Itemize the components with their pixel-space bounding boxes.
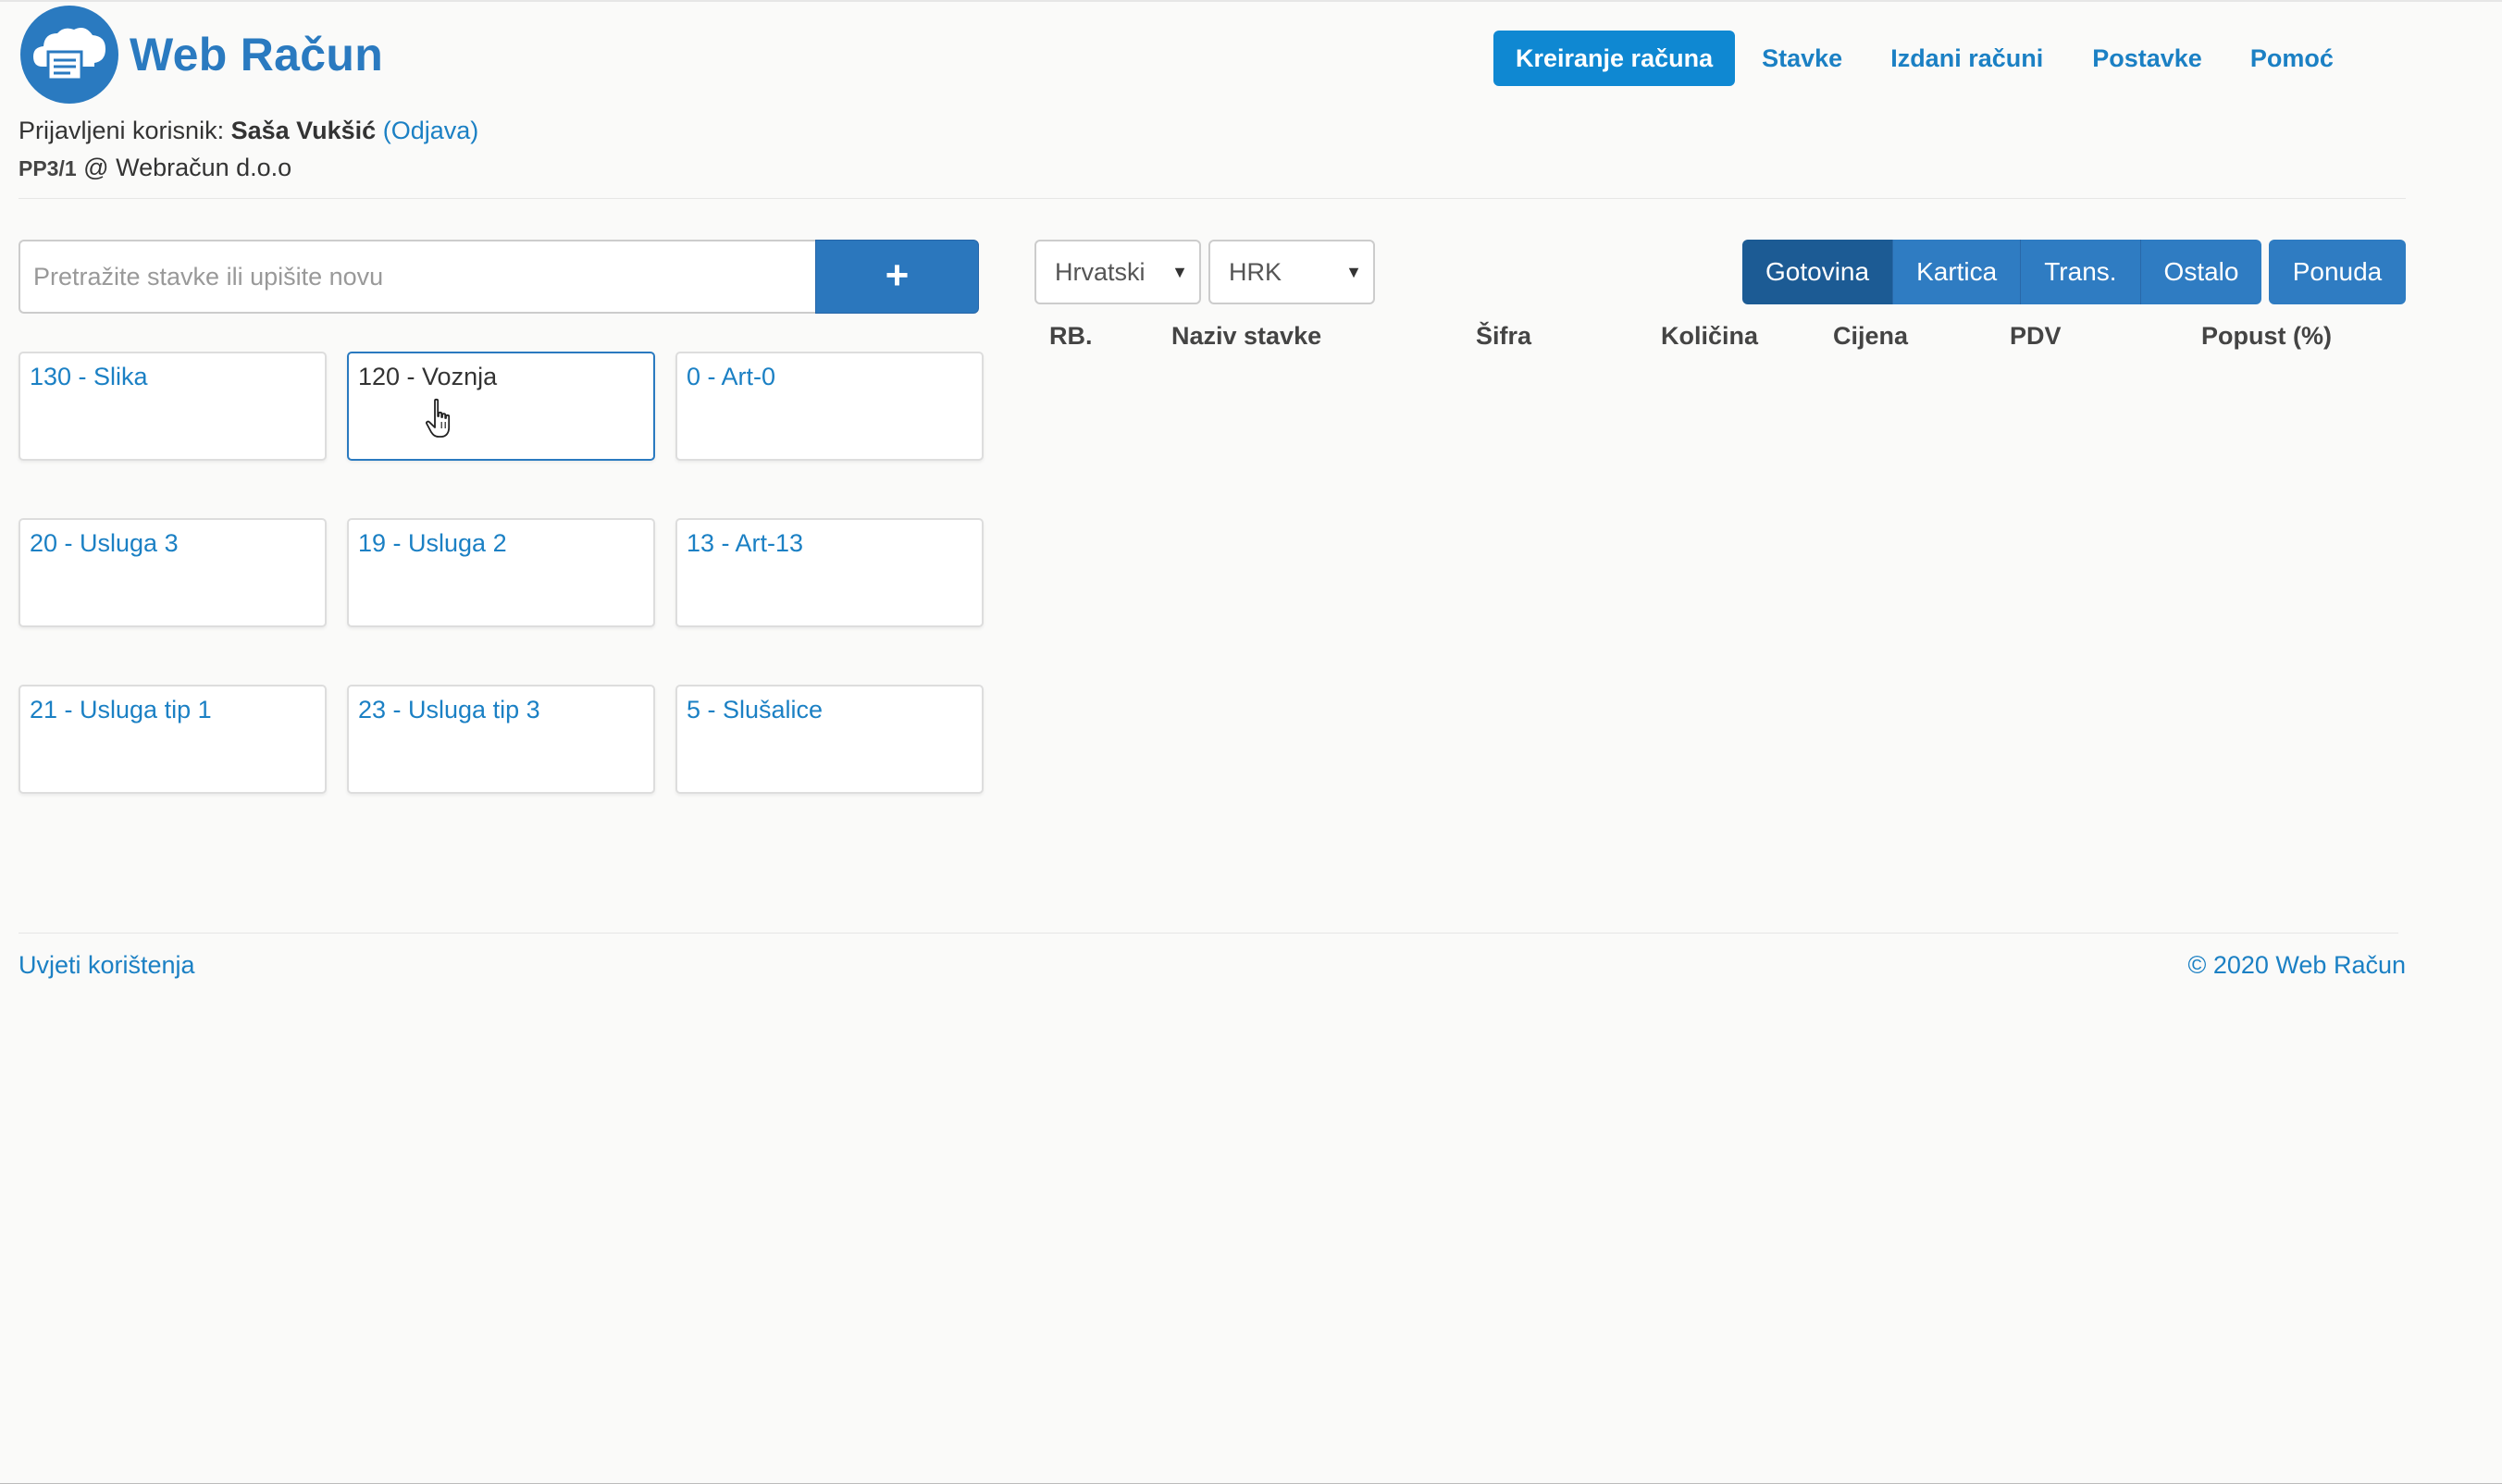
company-line: PP3/1 @ Webračun d.o.o: [19, 154, 291, 182]
payment-transfer-button[interactable]: Trans.: [2021, 240, 2141, 304]
app-title[interactable]: Web Račun: [130, 28, 383, 81]
nav-create-invoice[interactable]: Kreiranje računa: [1493, 31, 1736, 86]
column-header: Količina: [1661, 322, 1759, 350]
item-tile[interactable]: 13 - Art-13: [675, 518, 984, 627]
column-header: RB.: [1049, 322, 1093, 350]
payment-card-button[interactable]: Kartica: [1893, 240, 2022, 304]
item-tile[interactable]: 5 - Slušalice: [675, 685, 984, 794]
caret-down-icon: ▼: [1345, 263, 1362, 281]
column-header: Cijena: [1833, 322, 1909, 350]
terms-link[interactable]: Uvjeti korištenja: [19, 951, 195, 980]
column-header: Naziv stavke: [1171, 322, 1322, 350]
column-header: Šifra: [1476, 322, 1532, 350]
language-select[interactable]: Hrvatski ▼: [1034, 240, 1201, 304]
payment-method-group: Gotovina Kartica Trans. Ostalo: [1742, 240, 2262, 304]
currency-select[interactable]: HRK ▼: [1208, 240, 1375, 304]
nav-settings[interactable]: Postavke: [2092, 44, 2202, 73]
item-tile[interactable]: 21 - Usluga tip 1: [19, 685, 327, 794]
main-nav: Kreiranje računa Stavke Izdani računi Po…: [1493, 31, 2334, 86]
logged-user-line: Prijavljeni korisnik: Saša Vukšić (Odjav…: [19, 117, 478, 145]
payment-other-button[interactable]: Ostalo: [2140, 240, 2262, 304]
nav-issued-invoices[interactable]: Izdani računi: [1890, 44, 2043, 73]
item-tile[interactable]: 20 - Usluga 3: [19, 518, 327, 627]
column-header: Popust (%): [2201, 322, 2332, 350]
logout-link[interactable]: (Odjava): [383, 117, 479, 144]
copyright: © 2020 Web Račun: [2187, 951, 2406, 979]
item-search-input[interactable]: [19, 240, 816, 314]
language-selected: Hrvatski: [1055, 258, 1146, 286]
header-divider: [19, 198, 2406, 199]
item-tile[interactable]: 23 - Usluga tip 3: [347, 685, 655, 794]
cloud-receipt-icon[interactable]: [20, 6, 118, 104]
item-tile[interactable]: 19 - Usluga 2: [347, 518, 655, 627]
column-header: PDV: [2010, 322, 2062, 350]
user-name: Saša Vukšić: [230, 117, 377, 144]
add-item-button[interactable]: +: [815, 240, 979, 314]
nav-help[interactable]: Pomoć: [2250, 44, 2334, 73]
logged-user-prefix: Prijavljeni korisnik:: [19, 117, 225, 144]
item-tile[interactable]: 130 - Slika: [19, 352, 327, 461]
payment-cash-button[interactable]: Gotovina: [1742, 240, 1894, 304]
item-tile[interactable]: 0 - Art-0: [675, 352, 984, 461]
item-tile[interactable]: 120 - Voznja: [347, 352, 655, 461]
nav-items[interactable]: Stavke: [1762, 44, 1842, 73]
caret-down-icon: ▼: [1171, 263, 1188, 281]
offer-button[interactable]: Ponuda: [2269, 240, 2406, 304]
hand-cursor-icon: [424, 398, 461, 449]
page: Web Račun Kreiranje računa Stavke Izdani…: [0, 0, 2502, 1484]
currency-selected: HRK: [1229, 258, 1282, 286]
company-name: @ Webračun d.o.o: [83, 154, 292, 181]
footer-divider: [19, 933, 2398, 934]
sales-point: PP3/1: [19, 156, 77, 180]
